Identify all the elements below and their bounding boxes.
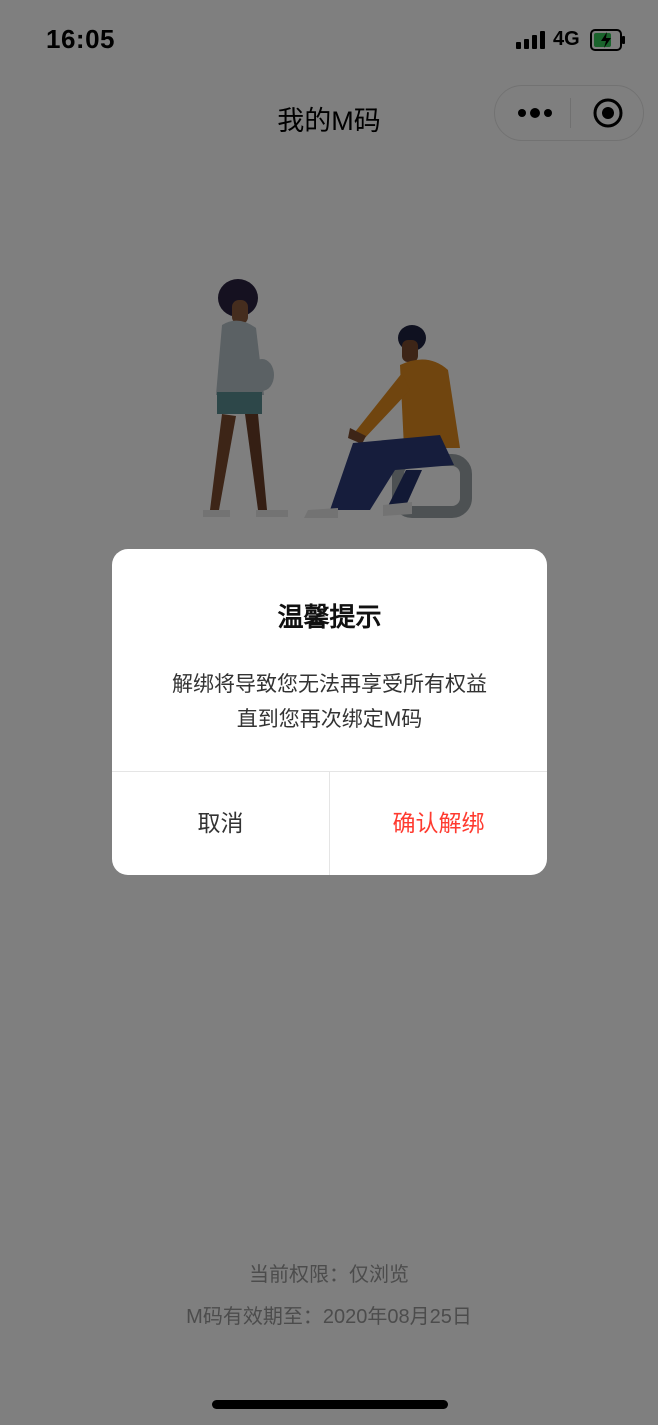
dialog-title: 温馨提示	[277, 602, 382, 632]
dialog-actions: 取消 确认解绑	[112, 771, 547, 875]
dialog-message: 解绑将导致您无法再享受所有权益 直到您再次绑定M码	[132, 667, 527, 737]
dialog-message-line2: 直到您再次绑定M码	[236, 708, 423, 731]
dialog-message-line1: 解绑将导致您无法再享受所有权益	[172, 673, 487, 696]
confirm-unbind-button[interactable]: 确认解绑	[330, 772, 547, 875]
confirm-dialog: 温馨提示 解绑将导致您无法再享受所有权益 直到您再次绑定M码 取消 确认解绑	[112, 549, 547, 875]
cancel-button[interactable]: 取消	[112, 772, 329, 875]
screen: 16:05 4G 我的M码	[0, 0, 658, 1425]
